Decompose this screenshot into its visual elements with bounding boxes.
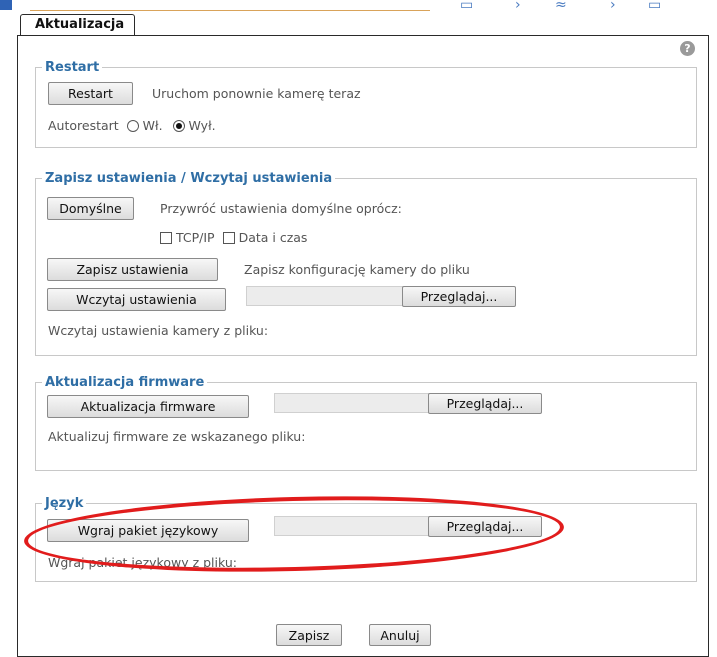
restart-section: Restart [35,60,697,148]
settings-browse-button[interactable]: Przeglądaj... [402,286,516,307]
toolbar-icon-1: ▭ [460,0,474,13]
load-settings-description: Wczytaj ustawienia kamery z pliku: [48,323,269,338]
defaults-options-row: TCP/IP Data i czas [160,230,307,245]
firmware-description: Aktualizuj firmware ze wskazanego pliku: [48,429,306,444]
tab-aktualizacja[interactable]: Aktualizacja [20,14,135,36]
firmware-browse-button[interactable]: Przeglądaj... [428,393,542,414]
autorestart-label: Autorestart [48,118,119,133]
upload-language-pack-button[interactable]: Wgraj pakiet językowy [47,519,249,542]
restart-description: Uruchom ponownie kamerę teraz [152,86,361,101]
language-browse-button[interactable]: Przeglądaj... [428,516,542,537]
tcpip-label: TCP/IP [175,230,215,245]
defaults-button[interactable]: Domyślne [47,197,134,220]
language-description: Wgraj pakiet językowy z pliku: [48,555,237,570]
save-settings-button[interactable]: Zapisz ustawienia [47,258,218,281]
datetime-checkbox[interactable] [222,232,235,244]
language-file-input[interactable] [274,516,434,536]
autorestart-on-label: Wł. [142,118,163,133]
address-bar-fragment [30,2,430,11]
autorestart-off-radio[interactable] [172,120,185,132]
restart-button[interactable]: Restart [48,82,133,105]
top-browser-strip: ▭ › ≈ › ▭ [0,0,717,14]
restart-legend: Restart [45,60,100,75]
toolbar-icon-5: ▭ [648,0,662,13]
settings-legend: Zapisz ustawienia / Wczytaj ustawienia [45,171,333,186]
autorestart-off-label: Wył. [188,118,216,133]
toolbar-icon-3: ≈ [555,0,567,13]
toolbar-icon-4: › [610,0,616,13]
save-settings-description: Zapisz konfigurację kamery do pliku [244,262,470,277]
datetime-label: Data i czas [238,230,308,245]
load-settings-button[interactable]: Wczytaj ustawienia [47,288,226,311]
settings-file-input[interactable] [246,286,406,306]
defaults-description: Przywróć ustawienia domyślne oprócz: [160,201,402,216]
tcpip-checkbox[interactable] [160,232,172,244]
autorestart-on-radio[interactable] [126,120,139,132]
help-icon[interactable]: ? [680,41,695,56]
firmware-file-input[interactable] [274,393,434,413]
firmware-update-button[interactable]: Aktualizacja firmware [47,395,249,418]
firmware-section: Aktualizacja firmware [35,375,697,471]
firmware-legend: Aktualizacja firmware [45,375,205,390]
toolbar-icon-2: › [515,0,521,13]
autorestart-row: Autorestart Wł. Wył. [48,118,216,133]
language-legend: Język [45,496,84,511]
app-logo-fragment [0,0,12,10]
